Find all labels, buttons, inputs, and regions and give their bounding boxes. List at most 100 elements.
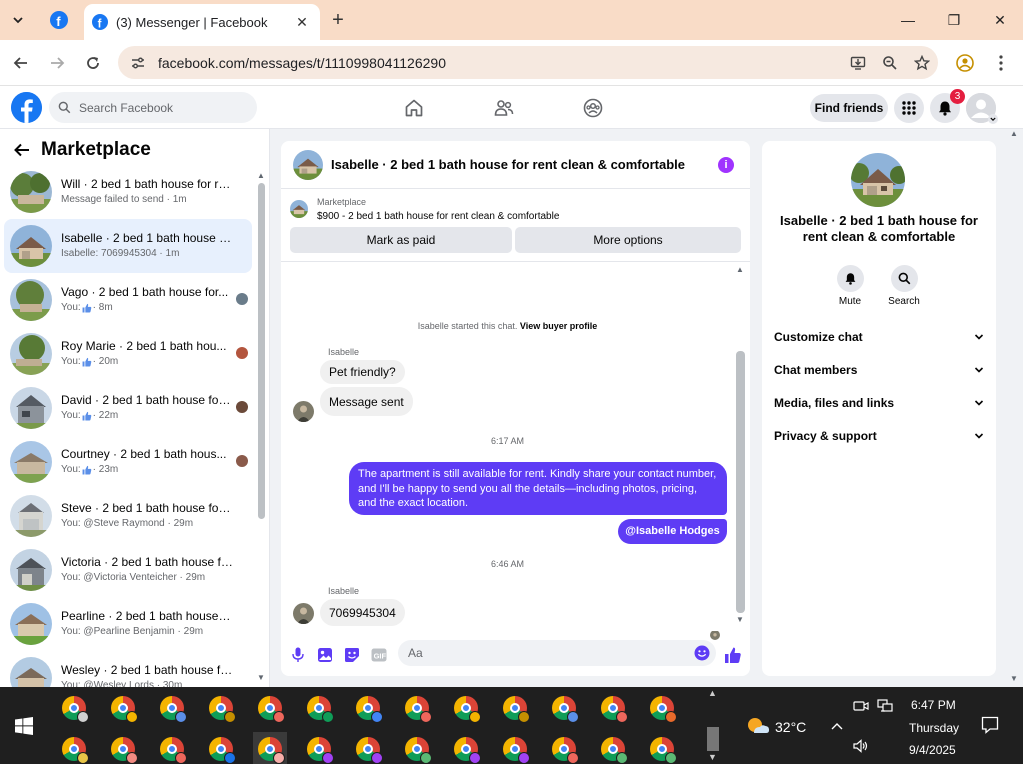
chrome-profile-taskbar-icon[interactable] xyxy=(253,691,287,725)
chrome-profile-taskbar-icon[interactable] xyxy=(498,691,532,725)
scroll-up-arrow-icon[interactable]: ▲ xyxy=(257,171,265,180)
browser-menu-icon[interactable] xyxy=(988,50,1014,76)
conversation-item[interactable]: Isabelle · 2 bed 1 bath house for... Isab… xyxy=(4,219,252,273)
more-options-button[interactable]: More options xyxy=(515,227,741,253)
friends-icon[interactable] xyxy=(484,93,524,123)
conversation-item[interactable]: Roy Marie · 2 bed 1 bath hou... You: · 20m xyxy=(4,327,252,381)
bookmark-star-icon[interactable] xyxy=(906,49,938,77)
chrome-profile-taskbar-icon[interactable] xyxy=(547,732,581,764)
conversation-item[interactable]: David · 2 bed 1 bath house for r... You: ·… xyxy=(4,381,252,435)
menu-grid-icon[interactable] xyxy=(894,93,924,123)
chrome-profile-taskbar-icon[interactable] xyxy=(547,691,581,725)
chrome-profile-taskbar-icon[interactable] xyxy=(204,732,238,764)
pinned-facebook-tab[interactable]: f xyxy=(46,8,72,32)
media-files-links-section[interactable]: Media, files and links xyxy=(774,392,984,414)
show-hidden-icons-chevron-icon[interactable] xyxy=(828,717,846,735)
tab-search-chevron-icon[interactable] xyxy=(6,8,30,32)
mark-as-paid-button[interactable]: Mark as paid xyxy=(290,227,512,253)
profile-icon[interactable] xyxy=(952,50,978,76)
gif-icon[interactable]: GIF xyxy=(369,645,389,665)
page-scroll-up-arrow-icon[interactable]: ▲ xyxy=(1010,129,1018,138)
scroll-down-arrow-icon[interactable]: ▼ xyxy=(257,673,265,682)
back-arrow-icon[interactable] xyxy=(12,140,32,160)
chrome-profile-taskbar-icon[interactable] xyxy=(106,691,140,725)
facebook-search-input[interactable] xyxy=(79,100,239,115)
sender-avatar[interactable] xyxy=(293,603,314,624)
new-tab-button[interactable]: + xyxy=(326,8,350,32)
chrome-profile-taskbar-icon[interactable] xyxy=(155,732,189,764)
info-icon[interactable]: i xyxy=(718,156,734,173)
active-tab[interactable]: f (3) Messenger | Facebook ✕ xyxy=(84,4,320,40)
conversation-item[interactable]: Will · 2 bed 1 bath house for re... Messa… xyxy=(4,165,252,219)
incoming-message[interactable]: 7069945304 xyxy=(320,599,405,626)
mute-bell-icon[interactable] xyxy=(836,265,864,292)
conversation-item[interactable]: Pearline · 2 bed 1 bath house fo... You: … xyxy=(4,597,252,651)
privacy-support-section[interactable]: Privacy & support xyxy=(774,425,984,447)
site-settings-icon[interactable] xyxy=(128,53,148,73)
thread-scrollbar[interactable] xyxy=(736,351,745,613)
notification-center-icon[interactable] xyxy=(980,715,1000,735)
volume-icon[interactable] xyxy=(852,737,870,755)
message-input-box[interactable] xyxy=(398,640,716,666)
restore-button[interactable]: ❐ xyxy=(931,4,977,36)
chrome-profile-taskbar-icon[interactable] xyxy=(449,691,483,725)
sender-avatar[interactable] xyxy=(293,401,314,422)
photo-icon[interactable] xyxy=(315,645,335,665)
customize-chat-section[interactable]: Customize chat xyxy=(774,326,984,348)
emoji-icon[interactable] xyxy=(694,645,710,661)
chrome-profile-taskbar-icon[interactable] xyxy=(400,732,434,764)
like-thumb-icon[interactable] xyxy=(723,645,743,665)
listing-price-title[interactable]: $900 - 2 bed 1 bath house for rent clean… xyxy=(317,211,559,222)
chrome-profile-taskbar-icon[interactable] xyxy=(351,732,385,764)
conversation-item[interactable]: Wesley · 2 bed 1 bath house for... You: @… xyxy=(4,651,252,687)
facebook-search-box[interactable] xyxy=(49,92,257,123)
listing-thumbnail[interactable] xyxy=(293,149,323,180)
sticker-icon[interactable] xyxy=(342,645,362,665)
home-icon[interactable] xyxy=(394,93,434,123)
search-in-chat-button[interactable]: Search xyxy=(884,265,924,307)
groups-icon[interactable] xyxy=(573,93,613,123)
account-chevron-icon[interactable] xyxy=(988,114,998,124)
clock-time[interactable]: 6:47 PM xyxy=(911,698,956,712)
outgoing-message[interactable]: The apartment is still available for ren… xyxy=(349,462,727,515)
minimize-button[interactable]: — xyxy=(885,4,931,36)
meet-now-camera-icon[interactable] xyxy=(852,697,870,715)
mute-button[interactable]: Mute xyxy=(830,265,870,307)
search-icon[interactable] xyxy=(890,265,918,292)
scroll-down-arrow-icon[interactable]: ▼ xyxy=(736,615,744,624)
listing-large-thumbnail[interactable] xyxy=(851,153,905,207)
microphone-icon[interactable] xyxy=(288,645,308,665)
weather-sun-cloud-icon[interactable] xyxy=(745,715,771,737)
install-app-icon[interactable] xyxy=(842,49,874,77)
conversation-item[interactable]: Steve · 2 bed 1 bath house for r... You: … xyxy=(4,489,252,543)
close-window-button[interactable]: ✕ xyxy=(977,4,1023,36)
windows-start-icon[interactable] xyxy=(0,687,48,764)
incoming-message[interactable]: Message sent xyxy=(320,387,413,416)
chrome-profile-taskbar-icon[interactable] xyxy=(57,732,91,764)
chat-members-section[interactable]: Chat members xyxy=(774,359,984,381)
zoom-icon[interactable] xyxy=(874,49,906,77)
chrome-profile-taskbar-icon[interactable] xyxy=(645,691,679,725)
sidebar-scrollbar[interactable] xyxy=(258,183,265,519)
conversation-item[interactable]: Vago · 2 bed 1 bath house for... You: · 8m xyxy=(4,273,252,327)
weather-temperature[interactable]: 32°C xyxy=(775,719,806,735)
chrome-profile-taskbar-icon[interactable] xyxy=(645,732,679,764)
forward-arrow-icon[interactable] xyxy=(44,50,70,76)
taskbar-scroll[interactable]: ▲ ▼ xyxy=(706,687,720,764)
outgoing-mention[interactable]: @Isabelle Hodges xyxy=(618,519,727,544)
chrome-profile-taskbar-icon[interactable] xyxy=(498,732,532,764)
chrome-profile-taskbar-icon[interactable] xyxy=(302,691,336,725)
network-icon[interactable] xyxy=(876,697,894,715)
incoming-message[interactable]: Pet friendly? xyxy=(320,360,405,384)
conversation-item[interactable]: Courtney · 2 bed 1 bath hous... You: · 23m xyxy=(4,435,252,489)
chrome-profile-taskbar-icon[interactable] xyxy=(155,691,189,725)
back-arrow-icon[interactable] xyxy=(8,50,34,76)
chrome-profile-taskbar-icon[interactable] xyxy=(253,732,287,764)
view-buyer-profile-link[interactable]: View buyer profile xyxy=(520,321,597,331)
page-scroll-down-arrow-icon[interactable]: ▼ xyxy=(1010,674,1018,683)
close-tab-icon[interactable]: ✕ xyxy=(292,12,312,32)
chrome-profile-taskbar-icon[interactable] xyxy=(302,732,336,764)
chrome-profile-taskbar-icon[interactable] xyxy=(596,732,630,764)
clock-day[interactable]: Thursday xyxy=(909,721,959,735)
chrome-profile-taskbar-icon[interactable] xyxy=(204,691,238,725)
